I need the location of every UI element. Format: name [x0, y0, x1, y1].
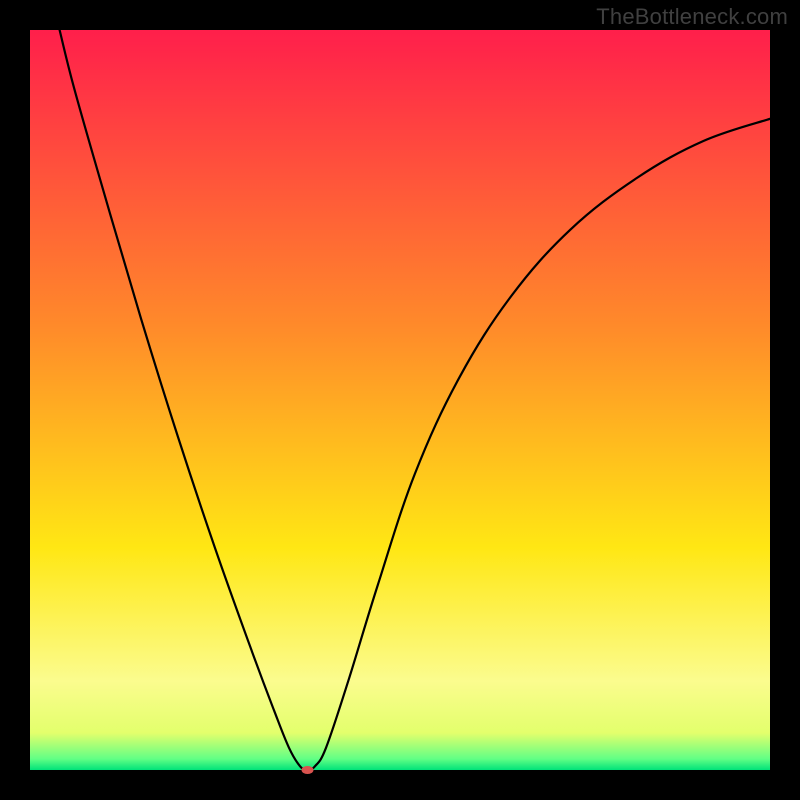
chart-container: { "watermark": "TheBottleneck.com", "cha…	[0, 0, 800, 800]
optimal-marker	[302, 766, 314, 774]
plot-background	[30, 30, 770, 770]
bottleneck-chart	[0, 0, 800, 800]
watermark-text: TheBottleneck.com	[596, 4, 788, 30]
